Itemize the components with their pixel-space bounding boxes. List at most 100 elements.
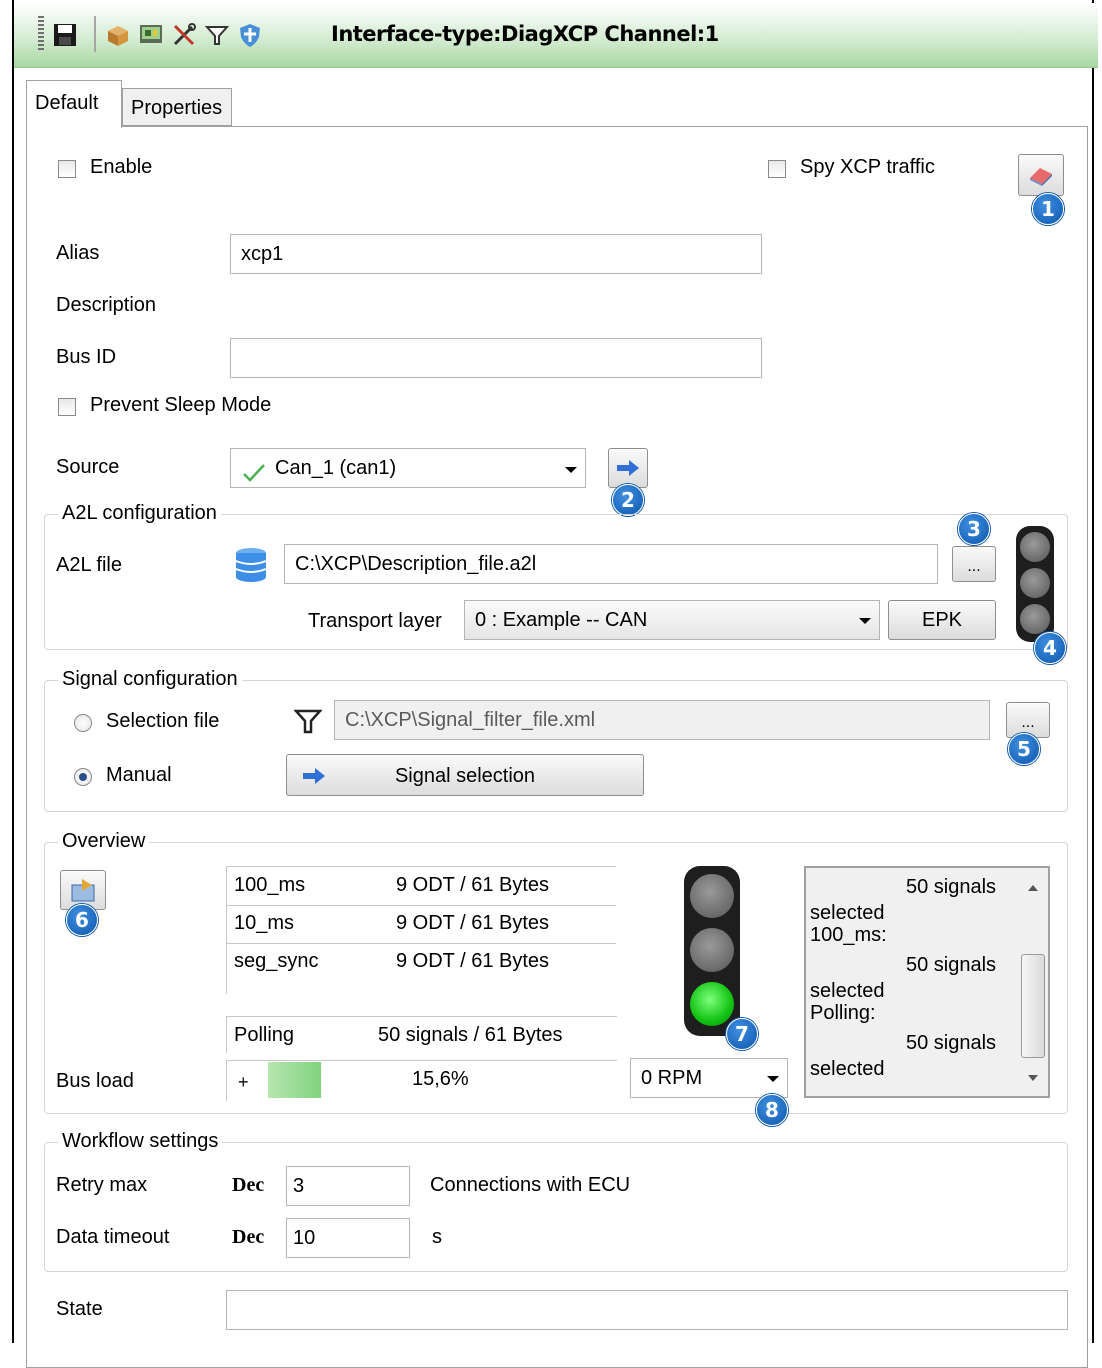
summary-line-7: 50 signals (906, 1032, 997, 1054)
workflow-group-title: Workflow settings (58, 1130, 223, 1153)
transport-chevron-down-icon[interactable] (858, 617, 872, 625)
toolbar-separator (94, 16, 96, 52)
prevent-sleep-checkbox[interactable] (58, 398, 76, 416)
badge-1: 1 (1032, 193, 1064, 225)
overview-lamp-top (690, 874, 734, 918)
source-chevron-down-icon[interactable] (564, 466, 578, 474)
polling-name: Polling (234, 1024, 295, 1046)
summary-line-6: Polling: (810, 1002, 876, 1024)
toolbar-grip (38, 16, 44, 52)
checkmark-icon (243, 464, 265, 482)
overview-traffic-light (684, 866, 740, 1036)
badge-6: 6 (66, 904, 98, 936)
summary-line-3: 100_ms: (810, 924, 887, 946)
a2l-browse-button[interactable]: ... (952, 546, 996, 582)
traffic-lamp-bottom (1020, 604, 1050, 634)
source-value: Can_1 (can1) (275, 457, 397, 479)
data-timeout-label: Data timeout (56, 1226, 170, 1248)
a2l-traffic-light (1016, 526, 1054, 642)
traffic-lamp-top (1020, 532, 1050, 562)
scroll-thumb[interactable] (1021, 954, 1045, 1058)
overview-group-title: Overview (58, 830, 150, 853)
bus-load-expand[interactable]: + (238, 1072, 249, 1093)
workflow-group (44, 1142, 1068, 1272)
rpm-value: 0 RPM (641, 1067, 703, 1089)
summary-line-1: 50 signals (906, 876, 997, 898)
bus-load-value: 15,6% (412, 1068, 469, 1090)
package-icon[interactable] (105, 22, 131, 48)
retry-unit-label: Connections with ECU (430, 1174, 631, 1196)
badge-8: 8 (756, 1094, 788, 1126)
arrow-right-icon (617, 460, 639, 476)
eraser-button[interactable] (1018, 154, 1064, 196)
a2l-group-title: A2L configuration (58, 502, 221, 525)
badge-5: 5 (1008, 733, 1040, 765)
tab-default[interactable]: Default (26, 80, 122, 128)
badge-2: 2 (612, 484, 644, 516)
state-label: State (56, 1298, 103, 1320)
source-label: Source (56, 456, 120, 478)
raster-info-1: 9 ODT / 61 Bytes (396, 912, 550, 934)
overview-lamp-middle (690, 928, 734, 972)
bus-id-input[interactable] (230, 338, 762, 378)
polling-info: 50 signals / 61 Bytes (378, 1024, 563, 1046)
timeout-base-label[interactable]: Dec (232, 1226, 264, 1249)
database-icon (235, 548, 267, 582)
summary-scrollbar[interactable] (1018, 868, 1048, 1096)
shield-icon[interactable] (237, 22, 263, 48)
row-divider (226, 943, 616, 944)
alias-input[interactable]: xcp1 (230, 234, 762, 274)
raster-info-2: 9 ODT / 61 Bytes (396, 950, 550, 972)
a2l-file-label: A2L file (56, 554, 122, 576)
signal-selection-button[interactable]: Signal selection (286, 754, 644, 796)
selection-file-input[interactable]: C:\XCP\Signal_filter_file.xml (334, 700, 990, 740)
alias-label: Alias (56, 242, 100, 264)
signal-selection-label: Signal selection (394, 765, 536, 787)
window-title: Interface-type:DiagXCP Channel:1 (331, 22, 719, 46)
spy-xcp-label: Spy XCP traffic (800, 156, 935, 178)
retry-max-label: Retry max (56, 1174, 148, 1196)
tools-icon[interactable] (171, 22, 197, 48)
spy-xcp-checkbox[interactable] (768, 160, 786, 178)
filter-icon[interactable] (204, 22, 230, 48)
timeout-unit-label: s (432, 1226, 442, 1248)
transport-layer-select[interactable]: 0 : Example -- CAN (464, 600, 880, 640)
summary-line-4: 50 signals (906, 954, 997, 976)
raster-name-1: 10_ms (234, 912, 295, 934)
transport-layer-value: 0 : Example -- CAN (475, 609, 648, 631)
summary-line-2: selected (810, 902, 885, 924)
retry-max-input[interactable]: 3 (286, 1166, 410, 1206)
overview-lamp-green (690, 982, 734, 1026)
enable-checkbox[interactable] (58, 160, 76, 178)
raster-name-0: 100_ms (234, 874, 306, 896)
manual-radio[interactable] (74, 768, 92, 786)
traffic-lamp-middle (1020, 568, 1050, 598)
tab-properties[interactable]: Properties (122, 88, 232, 126)
bus-load-fill (268, 1062, 321, 1098)
arrow-right-icon (303, 768, 325, 784)
source-goto-button[interactable] (608, 448, 648, 488)
enable-label: Enable (90, 156, 153, 178)
retry-base-label[interactable]: Dec (232, 1174, 264, 1197)
scroll-up-icon[interactable] (1027, 884, 1039, 892)
a2l-file-input[interactable]: C:\XCP\Description_file.a2l (284, 544, 938, 584)
source-select[interactable]: Can_1 (can1) (230, 448, 586, 488)
rpm-select[interactable]: 0 RPM (630, 1058, 788, 1098)
save-icon[interactable] (52, 22, 78, 48)
bus-load-label: Bus load (56, 1070, 134, 1092)
eraser-icon (1030, 168, 1052, 186)
signal-group-title: Signal configuration (58, 668, 242, 691)
data-timeout-input[interactable]: 10 (286, 1218, 410, 1258)
transport-layer-label: Transport layer (308, 610, 442, 632)
selection-file-label: Selection file (106, 710, 220, 732)
selection-file-radio[interactable] (74, 714, 92, 732)
row-divider (226, 866, 616, 867)
scroll-down-icon[interactable] (1027, 1074, 1039, 1082)
rpm-chevron-down-icon[interactable] (766, 1075, 780, 1083)
prevent-sleep-label: Prevent Sleep Mode (90, 394, 272, 416)
epk-button[interactable]: EPK (888, 600, 996, 640)
monitor-icon[interactable] (138, 22, 164, 48)
row-divider (226, 905, 616, 906)
raster-info-0: 9 ODT / 61 Bytes (396, 874, 550, 896)
badge-7: 7 (726, 1018, 758, 1050)
